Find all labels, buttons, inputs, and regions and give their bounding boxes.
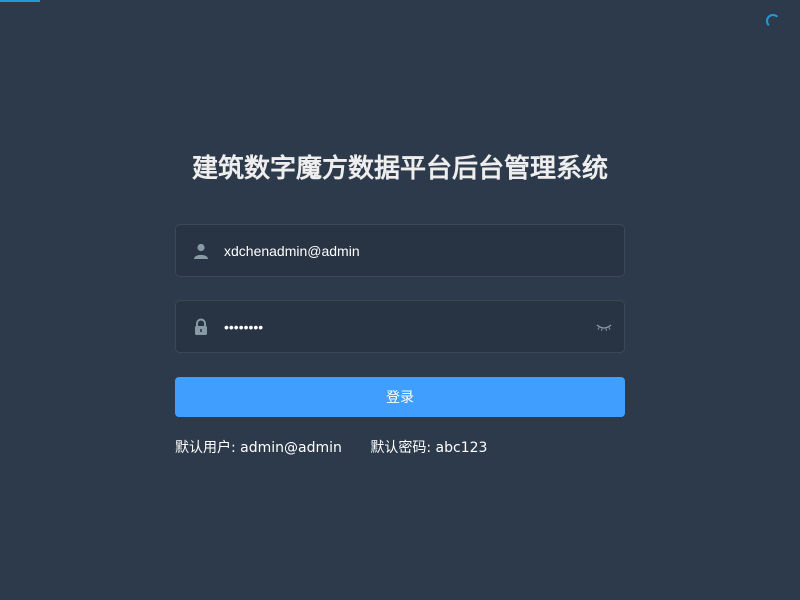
eye-closed-icon[interactable] xyxy=(596,320,612,334)
login-button[interactable]: 登录 xyxy=(175,377,625,417)
login-page: 建筑数字魔方数据平台后台管理系统 登录 xyxy=(0,0,800,600)
login-tips: 默认用户: admin@admin 默认密码: abc123 xyxy=(175,439,487,457)
password-input[interactable] xyxy=(224,301,584,352)
loading-progress-bar xyxy=(0,0,40,2)
username-input[interactable] xyxy=(224,225,584,276)
loading-spinner-icon xyxy=(766,14,780,28)
default-user-tip: 默认用户: admin@admin xyxy=(175,440,342,456)
user-icon xyxy=(194,243,208,259)
lock-icon xyxy=(195,318,207,335)
page-title: 建筑数字魔方数据平台后台管理系统 xyxy=(191,154,608,184)
password-field xyxy=(175,300,625,353)
username-field xyxy=(175,224,625,277)
default-password-tip: 默认密码: abc123 xyxy=(370,440,488,456)
